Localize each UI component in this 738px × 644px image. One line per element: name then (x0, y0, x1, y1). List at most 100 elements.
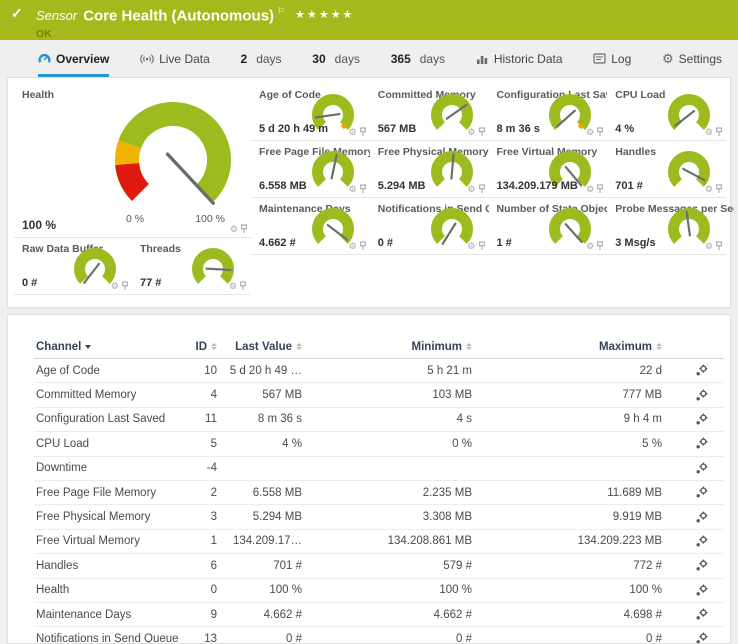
channel-minimum: 579 # (304, 560, 474, 572)
gear-icon[interactable]: ⚙ (467, 185, 475, 194)
pin-icon[interactable] (359, 184, 367, 194)
table-row[interactable]: Maintenance Days 9 4.662 # 4.662 # 4.698… (34, 603, 724, 627)
gauge-value: 701 # (615, 180, 643, 192)
gear-icon[interactable]: ⚙ (467, 242, 475, 251)
gear-icon[interactable]: ⚙ (586, 185, 594, 194)
channel-id: 11 (184, 413, 219, 425)
health-gauge-tile[interactable]: Health 0 % 100 % 100 % ⚙ (14, 84, 251, 238)
edit-channel-icon[interactable] (695, 584, 708, 597)
pin-icon[interactable] (478, 241, 486, 251)
column-header-last-value[interactable]: Last Value (219, 341, 304, 353)
tab-historic-data[interactable]: Historic Data (476, 40, 563, 77)
table-row[interactable]: Free Page File Memory 2 6.558 MB 2.235 M… (34, 481, 724, 505)
pin-icon[interactable] (359, 241, 367, 251)
pin-icon[interactable] (121, 281, 129, 291)
table-row[interactable]: Free Physical Memory 3 5.294 MB 3.308 MB… (34, 505, 724, 529)
pin-icon[interactable] (596, 127, 604, 137)
column-header-minimum[interactable]: Minimum (304, 341, 474, 353)
table-row[interactable]: Health 0 100 % 100 % 100 % (34, 579, 724, 603)
table-row[interactable]: Notifications in Send Queue 13 0 # 0 # 0… (34, 627, 724, 644)
pin-icon[interactable] (596, 241, 604, 251)
pin-icon[interactable] (239, 281, 247, 291)
gauge-tile[interactable]: Age of Code 5 d 20 h 49 m ⚙ (251, 84, 370, 141)
gear-icon[interactable]: ⚙ (705, 242, 713, 251)
gauge-tile[interactable]: Number of State Objects 1 # ⚙ (489, 198, 608, 255)
pin-icon[interactable] (478, 127, 486, 137)
tab-live-data[interactable]: Live Data (140, 40, 210, 77)
gauge-needle (442, 223, 455, 243)
gauge-tile[interactable]: Free Physical Memory 5.294 MB ⚙ (370, 141, 489, 198)
gauge-tile[interactable]: Raw Data Buffer 0 # ⚙ (14, 238, 132, 295)
pin-icon[interactable] (596, 184, 604, 194)
table-row[interactable]: Free Virtual Memory 1 134.209.17… 134.20… (34, 530, 724, 554)
gauge-tile[interactable]: Threads 77 # ⚙ (132, 238, 250, 295)
table-row[interactable]: Committed Memory 4 567 MB 103 MB 777 MB (34, 383, 724, 407)
gear-icon[interactable]: ⚙ (349, 185, 357, 194)
gear-icon[interactable]: ⚙ (230, 225, 238, 234)
gear-icon[interactable]: ⚙ (349, 242, 357, 251)
channel-id: 10 (184, 365, 219, 377)
gear-icon[interactable]: ⚙ (586, 128, 594, 137)
gauge-tile[interactable]: Configuration Last Saved 8 m 36 s ⚙ (489, 84, 608, 141)
channel-name: Maintenance Days (34, 609, 184, 621)
table-row[interactable]: Downtime -4 (34, 457, 724, 481)
pin-icon[interactable] (715, 127, 723, 137)
channel-maximum: 11.689 MB (474, 487, 664, 499)
column-header-maximum[interactable]: Maximum (474, 341, 664, 353)
edit-channel-icon[interactable] (695, 462, 708, 475)
table-row[interactable]: Configuration Last Saved 11 8 m 36 s 4 s… (34, 408, 724, 432)
edit-channel-icon[interactable] (695, 608, 708, 621)
flag-icon[interactable]: ⚐ (277, 6, 285, 16)
edit-channel-icon[interactable] (695, 535, 708, 548)
priority-stars[interactable]: ★★★★★ (295, 9, 354, 21)
pin-icon[interactable] (240, 224, 248, 234)
gauge-tile[interactable]: Committed Memory 567 MB ⚙ (370, 84, 489, 141)
channel-id: 13 (184, 633, 219, 644)
edit-channel-icon[interactable] (695, 511, 708, 524)
pin-icon[interactable] (478, 184, 486, 194)
edit-channel-icon[interactable] (695, 413, 708, 426)
tab-unit: days (256, 52, 281, 66)
gauge-tile[interactable]: Free Virtual Memory 134.209.179 MB ⚙ (489, 141, 608, 198)
gauge-tile[interactable]: CPU Load 4 % ⚙ (607, 84, 726, 141)
pin-icon[interactable] (359, 127, 367, 137)
gear-icon[interactable]: ⚙ (467, 128, 475, 137)
tab-overview[interactable]: Overview (38, 40, 109, 77)
tab-2-days[interactable]: 2 days (241, 40, 282, 77)
tab-30-days[interactable]: 30days (312, 40, 360, 77)
column-header-channel[interactable]: Channel (34, 341, 184, 353)
sensor-kind-label: Sensor (36, 8, 77, 23)
table-row[interactable]: Age of Code 10 5 d 20 h 49 … 5 h 21 m 22… (34, 359, 724, 383)
gear-icon[interactable]: ⚙ (111, 282, 119, 291)
pin-icon[interactable] (715, 241, 723, 251)
table-row[interactable]: CPU Load 5 4 % 0 % 5 % (34, 432, 724, 456)
edit-channel-icon[interactable] (695, 364, 708, 377)
edit-channel-icon[interactable] (695, 437, 708, 450)
edit-channel-icon[interactable] (695, 486, 708, 499)
channel-name: Free Virtual Memory (34, 535, 184, 547)
edit-channel-icon[interactable] (695, 559, 708, 572)
tab-label: Overview (56, 52, 109, 66)
gear-icon[interactable]: ⚙ (349, 128, 357, 137)
gauge-tile[interactable]: Notifications in Send Queue 0 # ⚙ (370, 198, 489, 255)
edit-channel-icon[interactable] (695, 632, 708, 644)
gear-icon[interactable]: ⚙ (705, 185, 713, 194)
tab-log[interactable]: Log (593, 40, 631, 77)
tab-number: 2 (241, 52, 248, 66)
tab-bar: Overview Live Data 2days 30days 365days … (0, 40, 738, 77)
gear-icon[interactable]: ⚙ (229, 282, 237, 291)
gauge-tile[interactable]: Probe Messages per Second 3 Msg/s ⚙ (607, 198, 726, 255)
gear-icon[interactable]: ⚙ (586, 242, 594, 251)
tab-settings[interactable]: ⚙ Settings (662, 40, 722, 77)
gear-icon[interactable]: ⚙ (705, 128, 713, 137)
gauge-tile[interactable]: Handles 701 # ⚙ (607, 141, 726, 198)
tab-365-days[interactable]: 365days (391, 40, 445, 77)
table-row[interactable]: Handles 6 701 # 579 # 772 # (34, 554, 724, 578)
channel-maximum: 9.919 MB (474, 511, 664, 523)
column-header-id[interactable]: ID (184, 341, 219, 353)
gauge-tile[interactable]: Maintenance Days 4.662 # ⚙ (251, 198, 370, 255)
gauge-tile[interactable]: Free Page File Memory 6.558 MB ⚙ (251, 141, 370, 198)
channel-last-value: 0 # (219, 633, 304, 644)
edit-channel-icon[interactable] (695, 389, 708, 402)
pin-icon[interactable] (715, 184, 723, 194)
